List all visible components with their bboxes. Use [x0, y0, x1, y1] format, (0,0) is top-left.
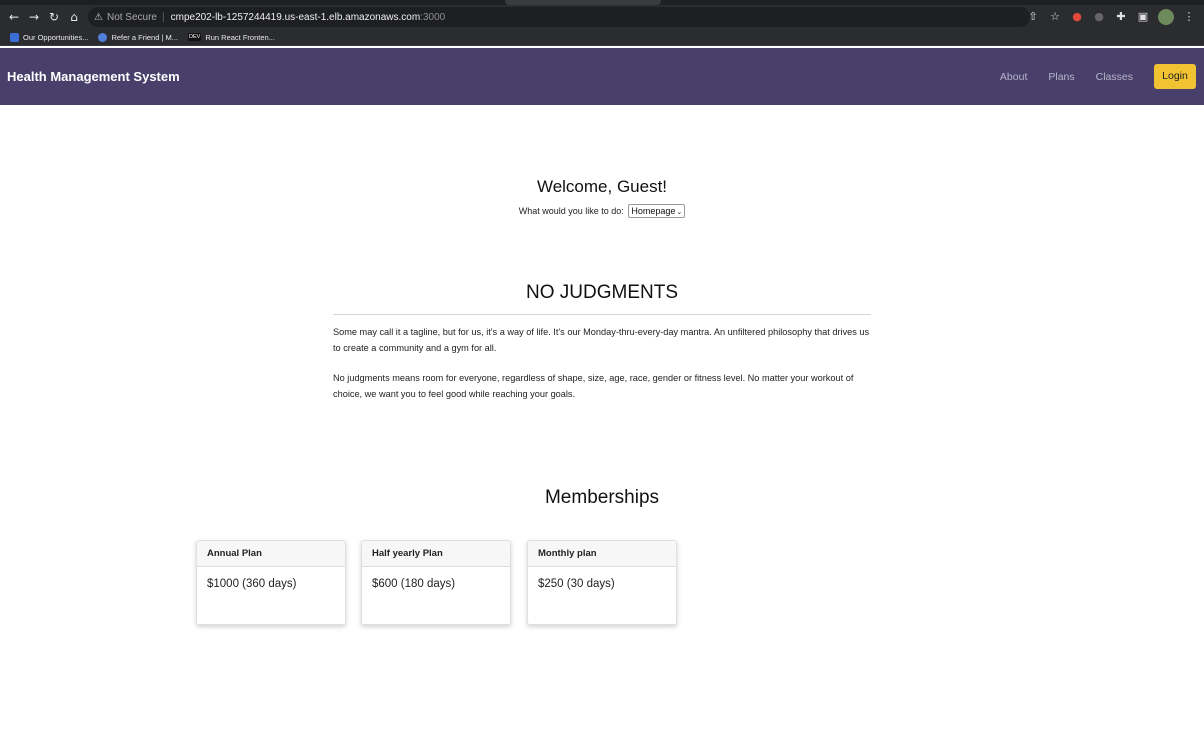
address-bar[interactable]: ⚠ Not Secure | cmpe202-lb-1257244419.us-…	[88, 7, 1030, 27]
nav-link-classes[interactable]: Classes	[1096, 71, 1133, 83]
bookmark-item[interactable]: Refer a Friend | M...	[98, 32, 179, 42]
action-select-label: What would you like to do:	[518, 206, 624, 216]
section-divider	[333, 314, 871, 315]
security-label[interactable]: Not Secure	[107, 12, 157, 23]
membership-card-half-yearly[interactable]: Half yearly Plan $600 (180 days)	[361, 540, 511, 625]
bookmark-dev-badge: DEV	[188, 33, 202, 41]
bookmarks-bar: Our Opportunities... Refer a Friend | M.…	[0, 29, 1204, 46]
extension-icon[interactable]: ●	[1070, 10, 1084, 24]
menu-kebab-icon[interactable]: ⋮	[1182, 10, 1196, 24]
back-icon[interactable]: ←	[4, 10, 24, 24]
extensions-puzzle-icon[interactable]: ✚	[1114, 10, 1128, 24]
forward-icon[interactable]: →	[24, 10, 44, 24]
nav-links: About Plans Classes Login	[1000, 64, 1196, 89]
section-title-memberships: Memberships	[544, 487, 660, 508]
membership-card-monthly[interactable]: Monthly plan $250 (30 days)	[527, 540, 677, 625]
no-judgments-paragraph: No judgments means room for everyone, re…	[333, 373, 854, 399]
share-icon[interactable]: ⇧	[1026, 10, 1040, 24]
membership-card-title: Annual Plan	[197, 541, 345, 567]
browser-toolbar: ← → ↻ ⌂ ⚠ Not Secure | cmpe202-lb-125724…	[0, 5, 1204, 29]
action-select[interactable]: Homepage⌄	[628, 204, 686, 218]
bookmark-item[interactable]: Our Opportunities...	[10, 32, 89, 42]
membership-card-title: Monthly plan	[528, 541, 676, 567]
url-host[interactable]: cmpe202-lb-1257244419.us-east-1.elb.amaz…	[171, 12, 421, 23]
login-button[interactable]: Login	[1154, 64, 1196, 89]
membership-card-title: Half yearly Plan	[362, 541, 510, 567]
action-select-value: Homepage	[631, 206, 676, 216]
brand-title[interactable]: Health Management System	[7, 69, 180, 84]
warning-icon[interactable]: ⚠	[94, 12, 103, 23]
reload-icon[interactable]: ↻	[44, 10, 64, 24]
bookmark-item[interactable]: DEV Run React Fronten...	[188, 33, 275, 42]
membership-card-price: $600 (180 days)	[372, 578, 456, 590]
home-icon[interactable]: ⌂	[64, 10, 84, 24]
bookmark-label: Refer a Friend | M...	[111, 32, 179, 42]
side-panel-icon[interactable]: ▣	[1136, 10, 1150, 24]
welcome-heading: Welcome, Guest!	[536, 177, 668, 196]
bookmark-star-icon[interactable]: ☆	[1048, 10, 1062, 24]
bookmark-label: Run React Fronten...	[205, 32, 275, 42]
nav-link-about[interactable]: About	[1000, 71, 1027, 83]
app-navbar: Health Management System About Plans Cla…	[0, 48, 1204, 105]
extension-icon[interactable]: ●	[1092, 10, 1106, 24]
chevron-down-icon: ⌄	[676, 208, 683, 216]
bookmark-label: Our Opportunities...	[23, 32, 89, 42]
membership-card-price: $250 (30 days)	[538, 578, 615, 590]
section-title-no-judgments: NO JUDGMENTS	[526, 282, 678, 303]
action-select-row: What would you like to do: Homepage⌄	[0, 204, 1204, 218]
membership-card-annual[interactable]: Annual Plan $1000 (360 days)	[196, 540, 346, 625]
url-separator: |	[162, 11, 165, 23]
profile-avatar[interactable]	[1158, 9, 1174, 25]
bookmark-favicon-icon	[98, 32, 108, 42]
url-port[interactable]: :3000	[420, 12, 445, 23]
bookmark-favicon-icon	[10, 32, 19, 42]
membership-card-price: $1000 (360 days)	[207, 578, 297, 590]
no-judgments-paragraph: Some may call it a tagline, but for us, …	[333, 327, 870, 353]
browser-actions: ⇧ ☆ ● ● ✚ ▣ ⋮	[1026, 9, 1196, 25]
nav-link-plans[interactable]: Plans	[1048, 71, 1074, 83]
